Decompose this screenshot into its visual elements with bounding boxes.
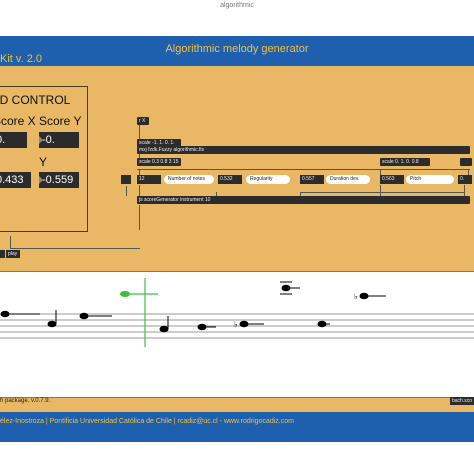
score-generator-object[interactable]: js scoreGenerator instrument 10 [137,196,470,204]
svg-text:♭: ♭ [234,320,238,329]
pitch-box[interactable]: 0.563 [380,175,404,184]
bang-button[interactable] [0,250,5,258]
extra-number-box[interactable]: 0. [458,175,472,184]
wire [10,248,140,249]
score-x-top-box[interactable]: 0. [0,132,27,148]
control-title: 2D CONTROL [0,93,71,107]
regularity-value: 0.532 [220,176,233,182]
wire [139,185,140,196]
svg-text:♭: ♭ [354,292,358,301]
wire [137,169,470,170]
regularity-label: Regularity [246,175,290,184]
scale-object-3[interactable]: scale 0. 1. 0. 0.8 [380,158,430,166]
pitch-label: Pitch [406,175,454,184]
wire [380,185,381,196]
package-version: h package, v.0.7.9. [0,398,51,404]
number-of-notes-label: Number of notes [164,175,214,184]
number-of-notes-value: 12 [139,176,145,182]
wire [464,185,465,196]
window-title: algorithmic [220,2,254,9]
wire [139,205,140,230]
control-panel: 2D CONTROL Score X Score Y 0. -0. Y 0.43… [0,86,88,232]
footer-bar: élez-Inostroza | Pontificia Universidad … [0,412,474,442]
score-y-value: -0.559 [42,174,74,186]
score-x-box[interactable]: 0.433 [0,172,31,188]
score-x-label: Score X [0,114,36,128]
score-y-top-box[interactable]: -0. [39,132,79,148]
page-background [0,442,474,474]
score-x-value: 0.433 [0,174,24,186]
wire [126,186,127,196]
score-y-top-value: -0. [42,134,55,146]
wire [139,125,140,139]
receive-x-object[interactable]: r X [137,117,149,125]
number-of-notes-box[interactable]: 12 [137,175,161,184]
score-y-label: Score Y [39,114,82,128]
header-bar: Kit v. 2.0 Algorithmic melody generator [0,36,474,66]
duration-dev-box[interactable]: 0.557 [300,175,324,184]
y-label: Y [39,155,48,169]
wire [300,192,464,193]
scale-object-2[interactable]: scale 0.3 0.8 3 15 [137,158,181,166]
regularity-box[interactable]: 0.532 [218,175,242,184]
score-y-box[interactable]: -0.559 [39,172,79,188]
extra-number-value: 0. [460,176,465,182]
wire [10,236,11,249]
scale-object-4[interactable] [460,158,472,166]
window-titlebar: algorithmic [0,0,474,36]
footer-credits: élez-Inostroza | Pontificia Universidad … [0,418,294,425]
play-button[interactable]: play [6,250,20,258]
duration-dev-label: Duration dev. [326,175,370,184]
mxj-fuzzy-object[interactable]: mxj fzdk.Fuzzy algorithmic.fis [137,146,470,154]
score-staff: ♭ ♭ [0,278,474,347]
score-display[interactable]: ♭ ♭ [0,271,474,398]
patcher-window: Kit v. 2.0 Algorithmic melody generator … [0,36,474,442]
score-x-top-value: 0. [0,134,6,146]
bach-button[interactable]: bach.sco [450,397,474,405]
app-title: Algorithmic melody generator [165,43,309,55]
duration-dev-value: 0.557 [302,176,315,182]
toggle-box[interactable] [121,175,131,184]
pitch-value: 0.563 [382,176,395,182]
